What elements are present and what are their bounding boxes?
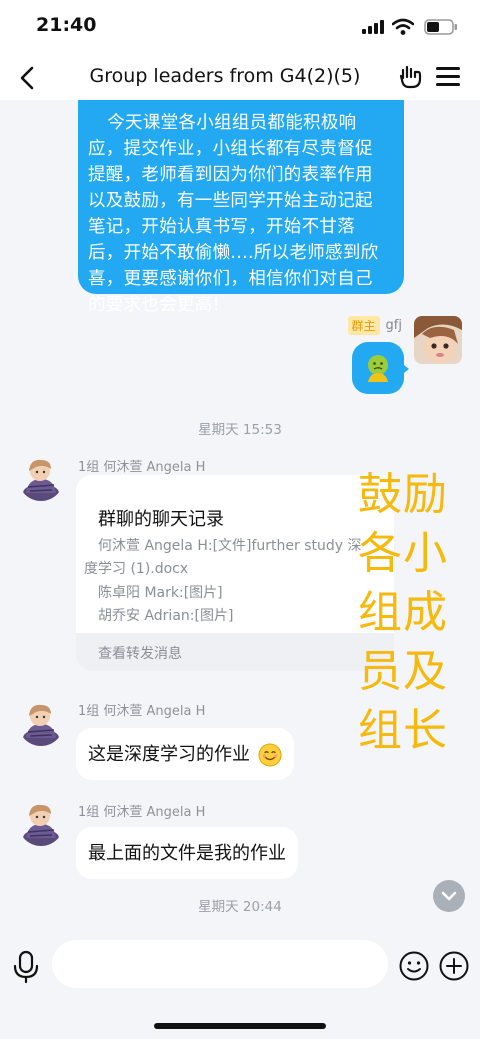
status-bar: 21:40 — [0, 0, 480, 56]
message-text: 这是深度学习的作业 — [88, 744, 250, 765]
group-owner-badge: 群主 — [347, 315, 380, 335]
view-forwarded-messages-link[interactable]: 查看转发消息 — [76, 633, 394, 671]
sender-name: 1组 何沐萱 Angela H — [78, 805, 206, 820]
battery-icon — [424, 19, 457, 35]
wifi-icon — [392, 18, 414, 35]
forward-line: 陈卓阳 Mark:[图片] — [98, 585, 223, 601]
sender-name: 1组 何沐萱 Angela H — [78, 460, 206, 475]
plus-icon[interactable] — [438, 950, 470, 982]
message-text: 最上面的文件是我的作业 — [88, 843, 286, 864]
input-bar — [0, 930, 480, 1039]
self-name-row: 群主 gfj — [347, 315, 402, 335]
overlay-line: 各小 — [358, 528, 448, 579]
incoming-message-bubble[interactable]: 这是深度学习的作业 — [76, 728, 294, 780]
forward-line: 胡乔安 Adrian:[图片] — [98, 608, 234, 624]
voice-icon[interactable] — [12, 950, 40, 984]
sender-name: 1组 何沐萱 Angela H — [78, 704, 206, 719]
self-avatar[interactable] — [414, 316, 462, 364]
back-icon[interactable] — [16, 64, 40, 92]
sender-avatar[interactable] — [18, 800, 64, 846]
gesture-icon[interactable] — [398, 64, 424, 90]
smile-emoji-icon — [258, 743, 282, 767]
timestamp-label: 星期天 20:44 — [198, 899, 282, 915]
overlay-line: 组长 — [358, 705, 448, 756]
forwarded-chat-card[interactable]: 群聊的聊天记录 何沐萱 Angela H:[文件]further study 深… — [76, 475, 394, 671]
self-name: gfj — [385, 317, 402, 333]
sender-avatar[interactable] — [18, 455, 64, 501]
signal-icon — [362, 20, 384, 34]
overlay-line: 组成 — [358, 587, 448, 638]
chat-area[interactable]: 今天课堂各小组组员都能积极响应，提交作业，小组长都有尽责督促提醒，老师看到因为你… — [0, 100, 480, 930]
nauseated-emoji-icon — [368, 355, 388, 382]
incoming-message-bubble[interactable]: 最上面的文件是我的作业 — [76, 827, 298, 879]
overlay-line: 鼓励 — [358, 469, 448, 520]
scroll-to-bottom-button[interactable] — [433, 880, 465, 912]
emoji-icon[interactable] — [398, 950, 430, 982]
nav-bar: Group leaders from G4(2)(5) — [0, 56, 480, 100]
sender-avatar[interactable] — [18, 700, 64, 746]
bubble-tail — [400, 362, 409, 376]
forward-card-title: 群聊的聊天记录 — [98, 509, 224, 530]
status-icons — [348, 18, 458, 38]
forward-line: 何沐萱 Angela H:[文件]further study 深 — [98, 538, 362, 554]
chat-title: Group leaders from G4(2)(5) — [89, 65, 361, 87]
home-indicator — [154, 1023, 326, 1029]
timestamp-label: 星期天 15:53 — [198, 422, 282, 438]
status-time: 21:40 — [36, 14, 97, 36]
message-input[interactable] — [52, 940, 388, 988]
outgoing-message-bubble[interactable]: 今天课堂各小组组员都能积极响应，提交作业，小组长都有尽责督促提醒，老师看到因为你… — [78, 100, 404, 315]
menu-icon[interactable] — [436, 66, 460, 88]
overlay-line: 员及 — [358, 646, 448, 697]
overlay-annotation: 鼓励 各小 组成 员及 组长 — [358, 465, 478, 760]
forward-line: 度学习 (1).docx — [84, 561, 189, 577]
chevron-down-icon — [441, 891, 457, 901]
